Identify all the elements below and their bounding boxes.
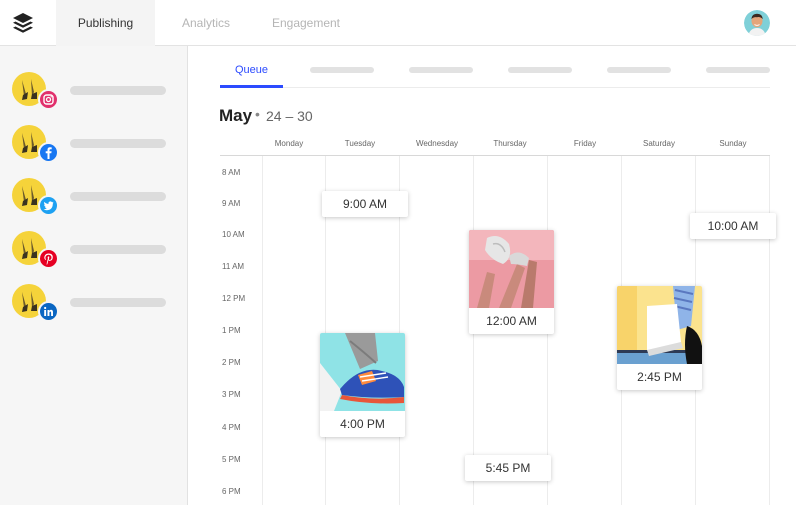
post-time: 9:00 AM — [342, 197, 388, 211]
pinterest-icon — [38, 248, 59, 269]
hour-label: 6 PM — [222, 487, 241, 496]
day-header-wednesday: Wednesday — [415, 139, 459, 148]
day-header-friday: Friday — [573, 139, 597, 148]
sub-tabs: Queue — [220, 58, 770, 88]
hour-label: 11 AM — [222, 262, 245, 271]
profile-name-placeholder — [70, 245, 166, 254]
profile-name-placeholder — [70, 86, 166, 95]
top-nav: Publishing Analytics Engagement — [0, 0, 796, 46]
hour-label: 9 AM — [222, 199, 241, 208]
calendar-date-range: 24 – 30 — [266, 108, 313, 124]
facebook-icon — [38, 142, 59, 163]
profile-name-placeholder — [70, 298, 166, 307]
hour-label: 1 PM — [222, 326, 241, 335]
hour-label: 8 AM — [222, 168, 241, 177]
calendar-header-divider — [220, 155, 770, 156]
hour-label: 3 PM — [222, 390, 241, 399]
tab-engagement[interactable]: Engagement — [262, 0, 350, 46]
hour-label: 10 AM — [222, 230, 245, 239]
subtab-placeholder[interactable] — [607, 67, 671, 73]
profile-pinterest[interactable] — [12, 231, 182, 271]
post-time: 10:00 AM — [707, 219, 759, 233]
date-separator: • — [255, 106, 260, 122]
profile-facebook[interactable] — [12, 125, 182, 165]
scheduled-post[interactable]: 10:00 AM — [690, 213, 776, 239]
tab-analytics[interactable]: Analytics — [166, 0, 246, 46]
day-header-sunday: Sunday — [719, 139, 747, 148]
hour-label: 4 PM — [222, 423, 241, 432]
post-time: 12:00 AM — [486, 314, 537, 328]
instagram-icon — [38, 89, 59, 110]
day-header-saturday: Saturday — [642, 139, 676, 148]
profile-name-placeholder — [70, 139, 166, 148]
scheduled-post[interactable]: 4:00 PM — [320, 333, 405, 437]
profile-twitter[interactable] — [12, 178, 182, 218]
profiles-sidebar — [0, 46, 188, 505]
scheduled-post[interactable]: 5:45 PM — [465, 455, 551, 481]
buffer-logo-icon[interactable] — [12, 12, 34, 34]
day-header-tuesday: Tuesday — [344, 139, 376, 148]
hour-label: 12 PM — [222, 294, 246, 303]
subtab-placeholder[interactable] — [310, 67, 374, 73]
scheduled-post[interactable]: 12:00 AM — [469, 230, 554, 334]
active-tab-indicator — [220, 85, 283, 88]
subtab-placeholder[interactable] — [409, 67, 473, 73]
column-divider — [769, 156, 770, 505]
hour-label: 5 PM — [222, 455, 241, 464]
post-time: 5:45 PM — [485, 461, 531, 475]
calendar-month: May — [219, 106, 253, 125]
hands-shoe-photo-icon — [469, 230, 554, 308]
post-time: 4:00 PM — [340, 417, 385, 431]
twitter-icon — [38, 195, 59, 216]
profile-name-placeholder — [70, 192, 166, 201]
column-divider — [262, 156, 263, 505]
day-header-monday: Monday — [274, 139, 304, 148]
profile-instagram[interactable] — [12, 72, 182, 112]
hour-label: 2 PM — [222, 358, 241, 367]
tab-queue[interactable]: Queue — [220, 58, 283, 88]
scheduled-post[interactable]: 2:45 PM — [617, 286, 702, 390]
post-time: 2:45 PM — [637, 370, 682, 384]
linkedin-icon — [38, 301, 59, 322]
high-top-photo-icon — [617, 286, 702, 364]
user-avatar-icon[interactable] — [744, 10, 770, 36]
scheduled-post[interactable]: 9:00 AM — [322, 191, 408, 217]
tab-publishing[interactable]: Publishing — [56, 0, 155, 46]
day-header-thursday: Thursday — [493, 139, 527, 148]
sneaker-photo-icon — [320, 333, 405, 411]
profile-linkedin[interactable] — [12, 284, 182, 324]
subtab-placeholder[interactable] — [508, 67, 572, 73]
subtab-placeholder[interactable] — [706, 67, 770, 73]
